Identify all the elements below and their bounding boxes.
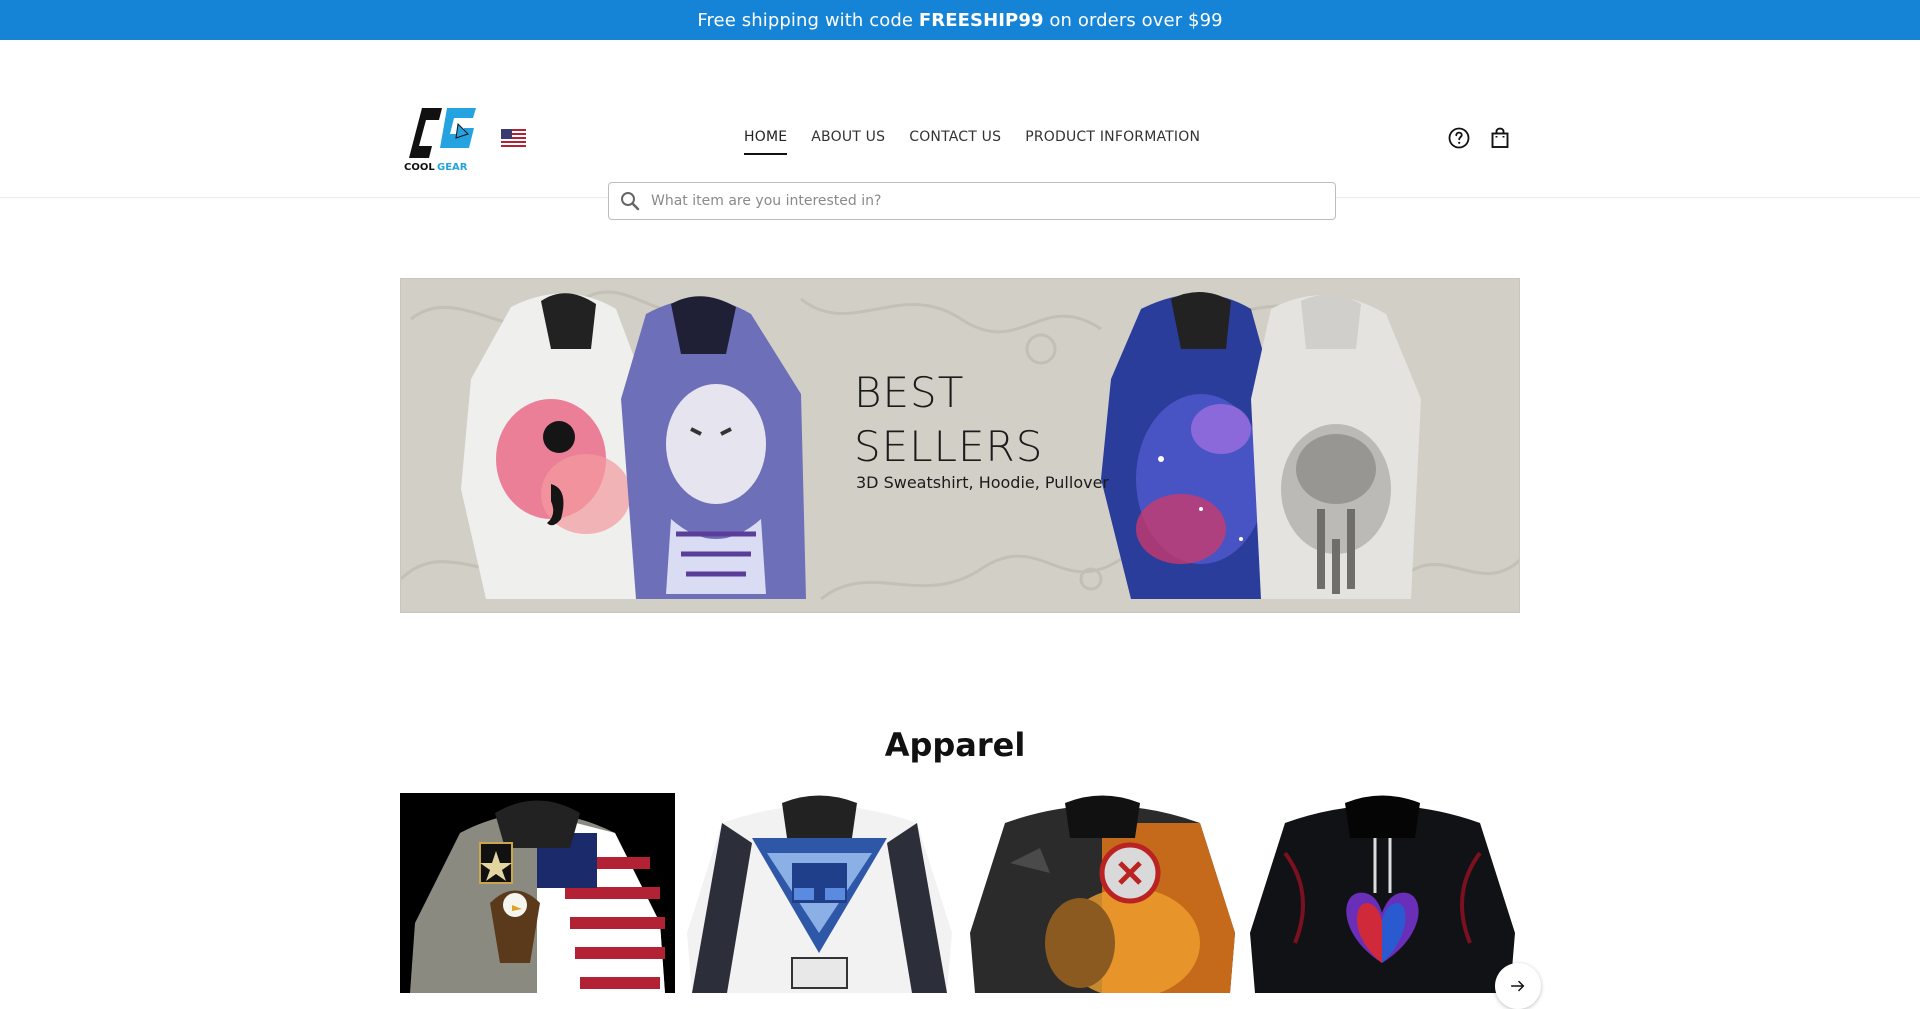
announcement-bar: Free shipping with code FREESHIP99 on or…	[0, 0, 1920, 40]
announcement-prefix: Free shipping with code	[697, 9, 914, 31]
nav-product-information[interactable]: PRODUCT INFORMATION	[1025, 129, 1200, 155]
us-flag-icon[interactable]	[501, 129, 526, 147]
promo-code: FREESHIP99	[918, 9, 1044, 31]
hero-title-line2: SELLERS	[854, 422, 1044, 471]
nav-about-us[interactable]: ABOUT US	[811, 129, 885, 155]
product-image-army-eagle	[400, 793, 675, 993]
section-title-apparel: Apparel	[884, 726, 1026, 764]
hero-subtitle: 3D Sweatshirt, Hoodie, Pullover	[856, 473, 1109, 492]
main-nav: HOME ABOUT US CONTACT US PRODUCT INFORMA…	[744, 129, 1200, 155]
product-image-dragon-heart	[1245, 793, 1520, 993]
hero-title-line1: BEST	[854, 368, 965, 417]
search-input[interactable]	[651, 183, 1335, 219]
logo-text-cool: COOL	[404, 162, 435, 172]
product-card-dragon-heart[interactable]	[1245, 793, 1520, 993]
site-header: COOL GEAR HOME ABOUT US CONTACT US PRODU…	[0, 40, 1920, 220]
arrow-right-icon	[1510, 980, 1525, 992]
hero-title: BEST SELLERS	[854, 366, 1043, 474]
product-image-firefighter	[965, 793, 1240, 993]
help-icon[interactable]	[1447, 126, 1471, 150]
logo-text-gear: GEAR	[437, 162, 468, 172]
search-box	[608, 182, 1336, 220]
search-icon[interactable]	[619, 190, 641, 212]
product-card-firefighter[interactable]	[965, 793, 1240, 993]
product-carousel	[400, 793, 1520, 993]
shopping-bag-icon[interactable]	[1488, 126, 1512, 150]
nav-contact-us[interactable]: CONTACT US	[909, 129, 1001, 155]
nav-home[interactable]: HOME	[744, 129, 788, 155]
carousel-next-button[interactable]	[1495, 963, 1541, 1009]
product-card-trucker[interactable]	[682, 793, 957, 993]
product-image-trucker	[682, 793, 957, 993]
hoodie-white-elephant	[1251, 294, 1421, 599]
product-card-army-eagle[interactable]	[400, 793, 675, 993]
announcement-suffix: on orders over $99	[1049, 9, 1223, 31]
hero-banner-best-sellers[interactable]: BEST SELLERS 3D Sweatshirt, Hoodie, Pull…	[400, 278, 1520, 613]
store-logo[interactable]: COOL GEAR	[402, 104, 480, 173]
